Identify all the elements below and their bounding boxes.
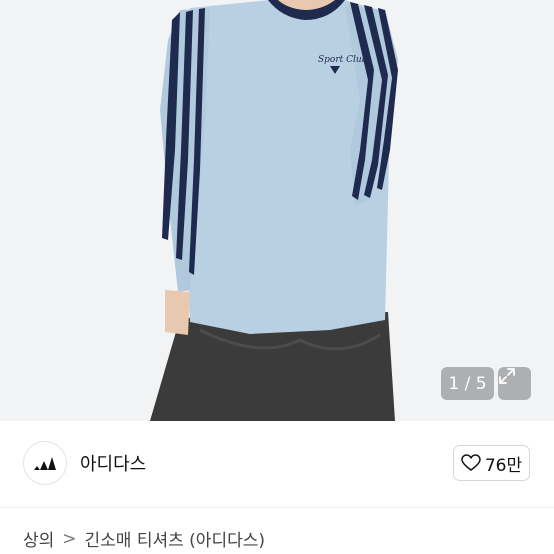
breadcrumb-separator: > (62, 528, 77, 549)
expand-icon (499, 368, 515, 384)
adidas-logo-icon (34, 457, 56, 470)
svg-text:Sport Club: Sport Club (318, 55, 368, 65)
brand-name[interactable]: 아디다스 (80, 450, 146, 476)
product-image[interactable]: Sport Club 1 / 5 (0, 0, 554, 421)
breadcrumb-subcategory[interactable]: 긴소매 티셔츠 (아디다스) (85, 526, 265, 551)
heart-icon (461, 454, 481, 471)
like-count: 76만 (484, 455, 523, 476)
expand-button[interactable] (498, 367, 531, 400)
breadcrumb-category[interactable]: 상의 (23, 526, 54, 551)
like-button[interactable]: 76만 (453, 445, 530, 481)
brand-logo[interactable] (23, 441, 67, 485)
image-counter: 1 / 5 (441, 367, 494, 400)
model-photo: Sport Club (150, 0, 398, 421)
breadcrumb: 상의 > 긴소매 티셔츠 (아디다스) (23, 526, 265, 552)
